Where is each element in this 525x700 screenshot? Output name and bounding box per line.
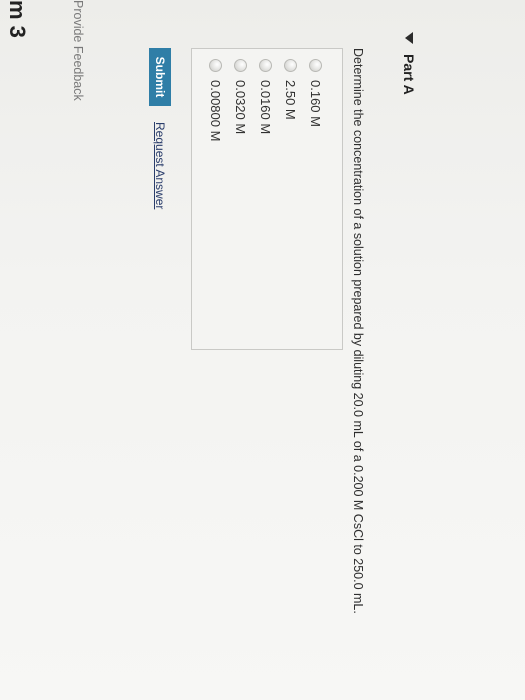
choice-list: 0.160 M 2.50 M 0.0160 M 0.0320 M 0.00800… bbox=[203, 49, 342, 349]
choice-label[interactable]: 0.0160 M bbox=[258, 80, 273, 134]
choice-label[interactable]: 2.50 M bbox=[283, 80, 298, 120]
choice-item[interactable]: 0.0160 M bbox=[253, 59, 278, 349]
caret-down-icon[interactable] bbox=[405, 32, 413, 44]
choice-label[interactable]: 0.00800 M bbox=[208, 80, 223, 141]
part-header[interactable]: Part A bbox=[401, 32, 417, 95]
choice-item[interactable]: 0.00800 M bbox=[203, 59, 228, 349]
question-text: Determine the concentration of a solutio… bbox=[351, 48, 365, 614]
choice-label[interactable]: 0.160 M bbox=[308, 80, 323, 127]
radio-button[interactable] bbox=[234, 59, 247, 72]
item-title: m 3 bbox=[5, 0, 30, 38]
assignment-page: m 3 Part A Determine the concentration o… bbox=[0, 0, 525, 700]
submit-button[interactable]: Submit bbox=[149, 48, 171, 106]
provide-feedback-link[interactable]: Provide Feedback bbox=[71, 0, 85, 101]
request-answer-link[interactable]: Request Answer bbox=[153, 122, 167, 209]
answer-choices-box: 0.160 M 2.50 M 0.0160 M 0.0320 M 0.00800… bbox=[191, 48, 343, 350]
choice-item[interactable]: 2.50 M bbox=[278, 59, 303, 349]
choice-item[interactable]: 0.160 M bbox=[303, 59, 328, 349]
radio-button[interactable] bbox=[209, 59, 222, 72]
radio-button[interactable] bbox=[284, 59, 297, 72]
radio-button[interactable] bbox=[309, 59, 322, 72]
part-label: Part A bbox=[401, 54, 417, 95]
radio-button[interactable] bbox=[259, 59, 272, 72]
choice-item[interactable]: 0.0320 M bbox=[228, 59, 253, 349]
choice-label[interactable]: 0.0320 M bbox=[233, 80, 248, 134]
